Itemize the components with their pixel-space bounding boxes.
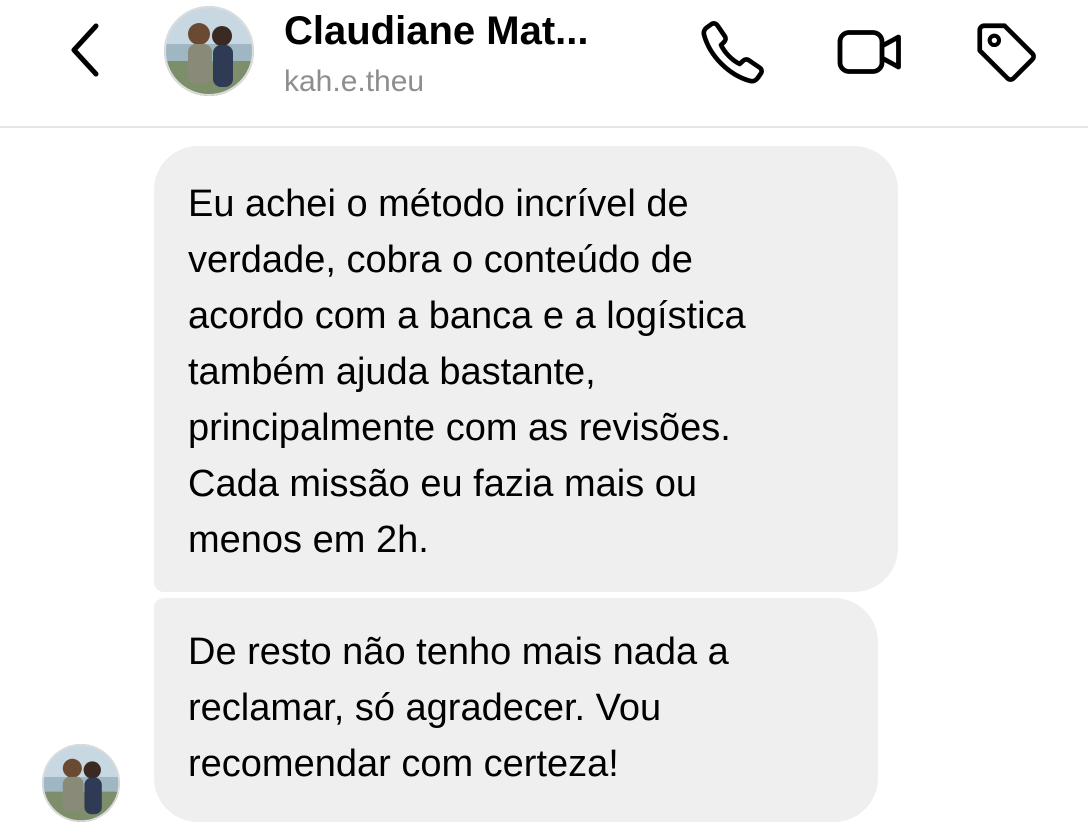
chevron-left-icon: [71, 23, 99, 77]
back-button[interactable]: [58, 18, 114, 82]
chat-header: Claudiane Mat... kah.e.theu: [0, 0, 1088, 128]
tag-icon: [977, 23, 1036, 82]
message-bubble[interactable]: De resto não tenho mais nada a reclamar,…: [154, 598, 878, 822]
video-camera-icon: [837, 30, 901, 74]
contact-name[interactable]: Claudiane Mat...: [284, 6, 589, 56]
profile-photo: [164, 6, 254, 96]
profile-photo: [42, 744, 120, 822]
call-button[interactable]: [697, 16, 769, 88]
contact-username: kah.e.theu: [284, 65, 425, 98]
contact-avatar[interactable]: [164, 6, 254, 96]
phone-icon: [701, 21, 764, 84]
sender-avatar[interactable]: [42, 744, 120, 822]
video-call-button[interactable]: [834, 16, 906, 88]
message-bubble[interactable]: Eu achei o método incrível de verdade, c…: [154, 146, 898, 592]
tag-button[interactable]: [970, 16, 1042, 88]
